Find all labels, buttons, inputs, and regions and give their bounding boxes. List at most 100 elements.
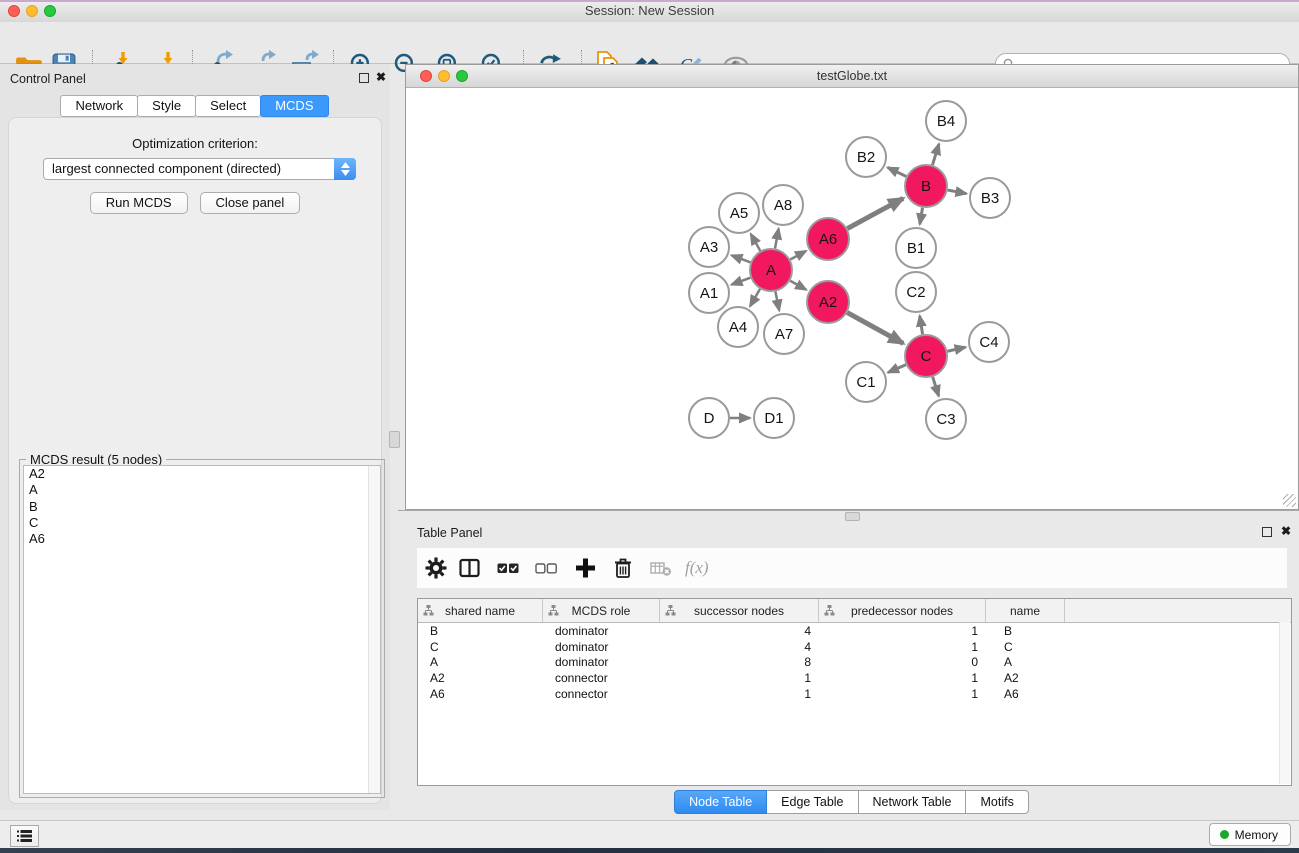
graph-edge-A-A3[interactable] xyxy=(732,255,751,262)
table-cell[interactable]: B xyxy=(986,624,1065,638)
status-list-button[interactable] xyxy=(10,825,39,847)
graph-node-C4[interactable]: C4 xyxy=(969,322,1009,362)
table-settings-button[interactable] xyxy=(424,556,448,580)
window-resize-grip[interactable] xyxy=(1283,494,1296,507)
table-cell[interactable]: A2 xyxy=(418,671,543,685)
graph-node-C1[interactable]: C1 xyxy=(846,362,886,402)
graph-edge-A-A4[interactable] xyxy=(750,289,760,306)
control-panel-float-icon[interactable] xyxy=(359,73,369,83)
table-row[interactable]: A2connector11A2 xyxy=(418,670,1291,686)
table-cell[interactable]: dominator xyxy=(543,624,660,638)
table-cell[interactable]: 4 xyxy=(660,624,819,638)
table-cell[interactable]: 4 xyxy=(660,640,819,654)
graph-edge-A-A5[interactable] xyxy=(751,234,760,251)
network-canvas-svg[interactable]: AA1A2A3A4A5A6A7A8BB1B2B3B4CC1C2C3C4DD1 xyxy=(406,88,1298,509)
graph-edge-A-A7[interactable] xyxy=(775,292,779,311)
graph-node-C[interactable]: C xyxy=(905,335,947,377)
tab-network-table[interactable]: Network Table xyxy=(858,790,967,814)
table-cell[interactable]: 1 xyxy=(819,640,986,654)
graph-node-B[interactable]: B xyxy=(905,165,947,207)
control-panel-close-icon[interactable]: ✖ xyxy=(376,70,386,84)
mcds-result-item[interactable]: B xyxy=(24,499,380,515)
graph-edge-A2-C[interactable] xyxy=(847,313,903,344)
mcds-result-item[interactable]: A2 xyxy=(24,466,380,482)
delete-column-button[interactable] xyxy=(613,557,633,579)
deselect-all-button[interactable] xyxy=(535,561,557,576)
graph-edge-A-A8[interactable] xyxy=(775,229,779,249)
graph-edge-B-B1[interactable] xyxy=(920,208,923,225)
mcds-result-item[interactable]: C xyxy=(24,515,380,531)
graph-node-A2[interactable]: A2 xyxy=(807,281,849,323)
graph-edge-B-B3[interactable] xyxy=(948,190,967,194)
table-row[interactable]: Bdominator41B xyxy=(418,623,1291,639)
table-scrollbar[interactable] xyxy=(1279,622,1290,784)
column-header-shared-name[interactable]: shared name xyxy=(418,599,543,622)
graph-edge-B-B4[interactable] xyxy=(932,144,938,165)
column-header-name[interactable]: name xyxy=(986,599,1065,622)
graph-node-A6[interactable]: A6 xyxy=(807,218,849,260)
tab-node-table[interactable]: Node Table xyxy=(674,790,767,814)
graph-node-D1[interactable]: D1 xyxy=(754,398,794,438)
table-cell[interactable]: 1 xyxy=(819,671,986,685)
table-cell[interactable]: A xyxy=(986,655,1065,669)
graph-node-A[interactable]: A xyxy=(750,249,792,291)
table-row[interactable]: Adominator80A xyxy=(418,654,1291,670)
table-cell[interactable]: A6 xyxy=(986,687,1065,701)
graph-node-B2[interactable]: B2 xyxy=(846,137,886,177)
table-row[interactable]: Cdominator41C xyxy=(418,639,1291,655)
tab-mcds[interactable]: MCDS xyxy=(260,95,328,117)
delete-table-button[interactable] xyxy=(650,559,672,577)
table-cell[interactable]: B xyxy=(418,624,543,638)
criterion-select[interactable]: largest connected component (directed) xyxy=(43,158,356,180)
table-cell[interactable]: A6 xyxy=(418,687,543,701)
graph-node-D[interactable]: D xyxy=(689,398,729,438)
table-cell[interactable]: C xyxy=(418,640,543,654)
vertical-splitter-handle[interactable] xyxy=(389,431,400,448)
table-cell[interactable]: dominator xyxy=(543,640,660,654)
column-header-predecessor-nodes[interactable]: predecessor nodes xyxy=(819,599,986,622)
table-cell[interactable]: A xyxy=(418,655,543,669)
graph-edge-A-A1[interactable] xyxy=(732,278,751,285)
tab-style[interactable]: Style xyxy=(137,95,196,117)
graph-node-B1[interactable]: B1 xyxy=(896,228,936,268)
tab-motifs[interactable]: Motifs xyxy=(965,790,1028,814)
graph-node-C3[interactable]: C3 xyxy=(926,399,966,439)
mcds-result-item[interactable]: A xyxy=(24,482,380,498)
column-header-successor-nodes[interactable]: successor nodes xyxy=(660,599,819,622)
graph-node-A3[interactable]: A3 xyxy=(689,227,729,267)
add-column-button[interactable] xyxy=(575,558,596,579)
table-cell[interactable]: 1 xyxy=(660,687,819,701)
graph-edge-A-A6[interactable] xyxy=(790,251,806,260)
table-cell[interactable]: dominator xyxy=(543,655,660,669)
graph-node-A7[interactable]: A7 xyxy=(764,314,804,354)
column-visibility-button[interactable] xyxy=(459,559,480,578)
column-header-MCDS-role[interactable]: MCDS role xyxy=(543,599,660,622)
table-cell[interactable]: connector xyxy=(543,671,660,685)
graph-node-A4[interactable]: A4 xyxy=(718,307,758,347)
graph-node-C2[interactable]: C2 xyxy=(896,272,936,312)
graph-node-B4[interactable]: B4 xyxy=(926,101,966,141)
graph-node-B3[interactable]: B3 xyxy=(970,178,1010,218)
graph-edge-B-B2[interactable] xyxy=(888,167,907,176)
run-mcds-button[interactable]: Run MCDS xyxy=(90,192,188,214)
mcds-result-item[interactable]: A6 xyxy=(24,531,380,547)
tab-select[interactable]: Select xyxy=(195,95,261,117)
table-panel-float-icon[interactable] xyxy=(1262,527,1272,537)
function-builder-button[interactable]: f(x) xyxy=(685,558,709,578)
result-list-scrollbar[interactable] xyxy=(368,466,380,793)
network-window-titlebar[interactable]: testGlobe.txt xyxy=(406,65,1298,88)
graph-edge-C-C1[interactable] xyxy=(888,365,906,373)
table-row[interactable]: A6connector11A6 xyxy=(418,686,1291,702)
graph-edge-C-C3[interactable] xyxy=(933,377,939,396)
select-all-button[interactable] xyxy=(497,561,519,576)
graph-edge-A-A2[interactable] xyxy=(790,281,806,290)
graph-node-A1[interactable]: A1 xyxy=(689,273,729,313)
tab-edge-table[interactable]: Edge Table xyxy=(766,790,858,814)
graph-edge-A6-B[interactable] xyxy=(847,198,903,228)
memory-button[interactable]: Memory xyxy=(1209,823,1291,846)
table-cell[interactable]: 8 xyxy=(660,655,819,669)
table-cell[interactable]: 1 xyxy=(660,671,819,685)
table-cell[interactable]: C xyxy=(986,640,1065,654)
graph-edge-C-C2[interactable] xyxy=(920,316,923,335)
table-cell[interactable]: connector xyxy=(543,687,660,701)
